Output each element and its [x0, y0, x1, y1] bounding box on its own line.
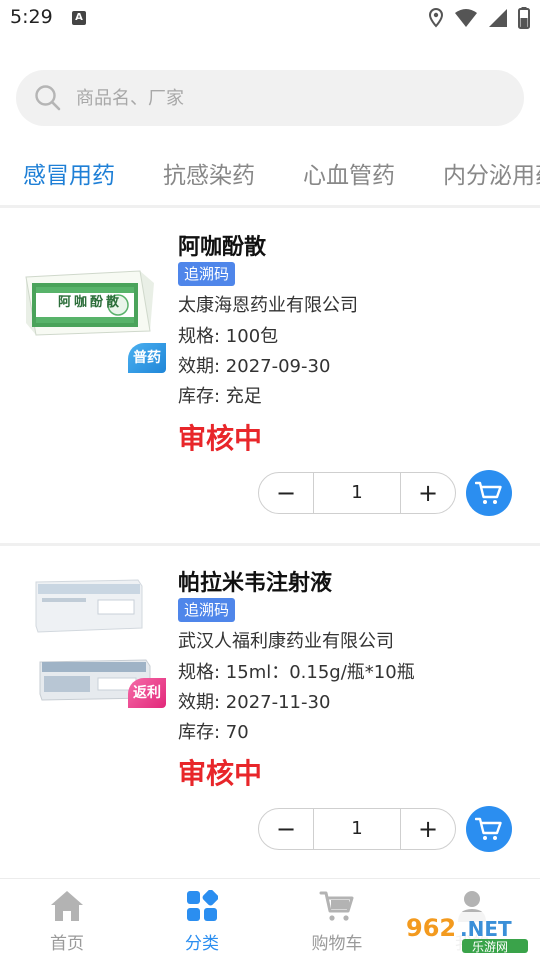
product-card[interactable]: 返利 帕拉米韦注射液 追溯码 武汉人福利康药业有限公司 规格: 15ml：0.1… [0, 546, 540, 876]
tab-anti-infection[interactable]: 抗感染药 [163, 156, 255, 190]
status-icons [428, 7, 530, 29]
product-name[interactable]: 阿咖酚散 [178, 229, 266, 261]
nav-cart[interactable]: 购物车 [292, 887, 382, 954]
manufacturer: 太康海恩药业有限公司 [178, 295, 358, 316]
decrease-button[interactable]: − [259, 809, 313, 849]
increase-button[interactable]: + [401, 473, 455, 513]
cart-icon [319, 891, 354, 921]
wifi-icon [455, 9, 477, 27]
signal-icon [489, 9, 507, 27]
expiry-date: 效期: 2027-11-30 [178, 692, 331, 713]
add-to-cart-button[interactable] [466, 470, 512, 516]
trace-code-tag: 追溯码 [178, 262, 236, 286]
status-time: 5:29 [10, 6, 53, 28]
category-icon [187, 890, 218, 921]
stock: 库存: 70 [178, 722, 249, 743]
nav-home[interactable]: 首页 [22, 887, 112, 954]
product-image[interactable]: 阿咖酚散 普药 [22, 247, 166, 391]
quantity-stepper: − 1 + [258, 472, 456, 514]
search-icon [35, 85, 61, 111]
spec: 规格: 100包 [178, 326, 279, 347]
price-status: 审核中 [178, 422, 263, 455]
trace-code-tag: 追溯码 [178, 598, 236, 622]
nav-category-label: 分类 [185, 934, 219, 954]
decrease-button[interactable]: − [259, 473, 313, 513]
quantity-stepper: − 1 + [258, 808, 456, 850]
battery-icon [518, 7, 530, 29]
status-bar: 5:29 A [0, 0, 540, 36]
product-image[interactable]: 返利 [22, 576, 166, 720]
rebate-badge: 返利 [128, 678, 166, 708]
home-icon [51, 891, 83, 921]
tab-cardiovascular[interactable]: 心血管药 [303, 156, 395, 190]
tab-cold-medicine[interactable]: 感冒用药 [23, 156, 115, 190]
price-status: 审核中 [178, 757, 263, 790]
nav-cart-label: 购物车 [311, 934, 363, 954]
product-name[interactable]: 帕拉米韦注射液 [178, 565, 332, 597]
cart-icon [475, 817, 502, 840]
quantity-value[interactable]: 1 [313, 809, 401, 849]
nav-home-label: 首页 [50, 934, 84, 954]
svg-text:962: 962 [406, 914, 456, 942]
tab-endocrine[interactable]: 内分泌用药 [443, 156, 540, 190]
cart-icon [475, 481, 502, 504]
search-input[interactable] [76, 70, 496, 126]
svg-text:乐游网: 乐游网 [472, 940, 508, 954]
category-tabs: 感冒用药 抗感染药 心血管药 内分泌用药 [0, 140, 540, 208]
increase-button[interactable]: + [401, 809, 455, 849]
product-card[interactable]: 阿咖酚散 普药 阿咖酚散 追溯码 太康海恩药业有限公司 规格: 100包 效期:… [0, 211, 540, 543]
box-label: 阿咖酚散 [58, 295, 123, 310]
nav-category[interactable]: 分类 [157, 887, 247, 954]
manufacturer: 武汉人福利康药业有限公司 [178, 631, 394, 652]
svg-text:.NET: .NET [460, 917, 512, 941]
spec: 规格: 15ml：0.15g/瓶*10瓶 [178, 662, 415, 683]
watermark-logo-image: 962 .NET 乐游网 [400, 912, 532, 954]
quantity-value[interactable]: 1 [313, 473, 401, 513]
notification-a-icon: A [72, 11, 86, 25]
location-icon [428, 8, 444, 28]
stock: 库存: 充足 [178, 386, 262, 407]
generic-drug-badge: 普药 [128, 343, 166, 373]
add-to-cart-button[interactable] [466, 806, 512, 852]
watermark-logo: 962 .NET 乐游网 [400, 908, 532, 956]
search-bar[interactable] [16, 70, 524, 126]
expiry-date: 效期: 2027-09-30 [178, 356, 331, 377]
